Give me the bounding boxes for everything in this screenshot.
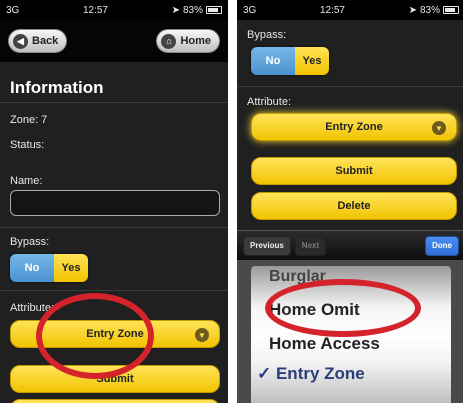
- done-button[interactable]: Done: [425, 235, 459, 256]
- bypass-no-option[interactable]: No: [251, 47, 295, 75]
- nav-bar: ◀ Back ⌂ Home: [0, 20, 228, 62]
- attribute-select[interactable]: Entry Zone ▼: [251, 113, 457, 141]
- divider: [237, 86, 463, 87]
- highlight-circle: [36, 293, 154, 379]
- next-button[interactable]: Next: [294, 235, 327, 256]
- next-button-partial[interactable]: [10, 399, 220, 403]
- attribute-value: Entry Zone: [325, 121, 383, 133]
- attribute-panel: Bypass: No Yes Attribute: Entry Zone ▼ S…: [237, 20, 463, 230]
- back-button[interactable]: ◀ Back: [8, 29, 68, 53]
- submit-button-label: Submit: [335, 165, 373, 177]
- divider: [0, 102, 228, 103]
- status-time: 12:57: [319, 4, 345, 16]
- chevron-down-icon: ▼: [432, 121, 446, 135]
- battery-icon: [206, 6, 222, 14]
- battery-icon: [443, 6, 459, 14]
- status-bar: 3G 12:57 ➤ 83%: [0, 0, 228, 20]
- zone-text: Zone: 7: [10, 114, 48, 126]
- bypass-toggle[interactable]: No Yes: [251, 47, 329, 75]
- bypass-toggle[interactable]: No Yes: [10, 254, 88, 282]
- bypass-no-option[interactable]: No: [10, 254, 54, 282]
- divider: [0, 227, 228, 228]
- delete-button[interactable]: Delete: [251, 192, 457, 220]
- attribute-label: Attribute:: [247, 96, 292, 108]
- page-title: Information: [10, 78, 104, 97]
- submit-button[interactable]: Submit: [251, 157, 457, 185]
- home-button-label: Home: [180, 35, 211, 47]
- signal-carrier: 3G: [6, 4, 20, 16]
- keyboard-toolbar: Previous Next Done: [237, 230, 463, 260]
- back-arrow-icon: ◀: [13, 33, 28, 49]
- picker-item-selected[interactable]: ✓ Entry Zone: [251, 364, 451, 384]
- back-button-label: Back: [32, 35, 59, 47]
- divider: [0, 290, 228, 291]
- picker-item[interactable]: Home Access: [251, 334, 451, 354]
- bypass-yes-option[interactable]: Yes: [54, 254, 88, 282]
- highlight-circle: [265, 279, 421, 337]
- status-time: 12:57: [82, 4, 108, 16]
- previous-button[interactable]: Previous: [243, 235, 291, 256]
- location-icon: ➤: [171, 4, 180, 16]
- battery-percent: 83%: [182, 4, 203, 16]
- name-label: Name:: [10, 175, 43, 187]
- battery-percent: 83%: [419, 4, 440, 16]
- status-bar: 3G 12:57 ➤ 83%: [237, 0, 463, 20]
- home-icon: ⌂: [161, 33, 177, 49]
- signal-carrier: 3G: [243, 4, 257, 16]
- location-icon: ➤: [408, 4, 417, 16]
- home-button[interactable]: ⌂ Home: [156, 29, 220, 53]
- bypass-label: Bypass:: [10, 236, 50, 248]
- delete-button-label: Delete: [337, 200, 371, 212]
- left-phone-screen: 3G 12:57 ➤ 83% ◀ Back ⌂ Home Information…: [0, 0, 228, 403]
- chevron-down-icon: ▼: [195, 328, 209, 342]
- bypass-label: Bypass:: [247, 29, 287, 41]
- status-text: Status:: [10, 139, 45, 151]
- right-phone-screen: 3G 12:57 ➤ 83% Bypass: No Yes Attribute:…: [237, 0, 463, 403]
- name-input[interactable]: [10, 190, 220, 216]
- bypass-yes-option[interactable]: Yes: [295, 47, 329, 75]
